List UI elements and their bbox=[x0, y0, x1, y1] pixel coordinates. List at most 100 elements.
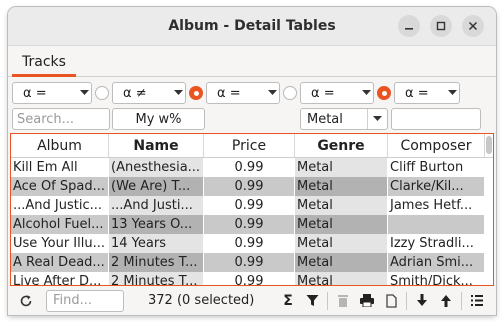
delete-icon[interactable] bbox=[331, 289, 355, 313]
chevron-down-icon bbox=[359, 90, 373, 96]
copy-icon[interactable] bbox=[379, 289, 403, 313]
table-row[interactable]: Ace Of Spad... (We Are) T... 0.99 Metal Clar… bbox=[11, 177, 493, 196]
chevron-down-icon bbox=[367, 109, 387, 129]
cell-composer: Adrian Smi... bbox=[388, 253, 485, 272]
cell-composer: James Hetf... bbox=[388, 196, 485, 215]
cell-composer: Smith/Dick... bbox=[388, 272, 485, 285]
cell-price: 0.99 bbox=[204, 158, 295, 177]
table-row[interactable]: Use Your Illu... 14 Years 0.99 Metal Izzy St… bbox=[11, 234, 493, 253]
value-row: Search... My w% Metal bbox=[12, 107, 492, 131]
album-search-input[interactable]: Search... bbox=[12, 108, 110, 130]
column-header-price[interactable]: Price bbox=[204, 134, 295, 157]
toolbar-separator bbox=[406, 291, 407, 310]
cell-name: (Anesthesia... bbox=[109, 158, 204, 177]
cell-name: 2 Minutes T... bbox=[109, 253, 204, 272]
cell-genre: Metal bbox=[295, 253, 388, 272]
find-input[interactable]: Find... bbox=[46, 289, 124, 312]
menu-list-icon[interactable] bbox=[465, 289, 489, 313]
price-filter-empty bbox=[207, 108, 298, 130]
table-header: Album Name Price Genre Composer bbox=[11, 134, 493, 158]
cell-album: Alcohol Fuel... bbox=[11, 215, 109, 234]
arrow-down-icon[interactable] bbox=[410, 289, 434, 313]
filter-panel: α = α ≠ α = α = α = Search... My w% Meta… bbox=[12, 81, 492, 131]
cell-composer: Izzy Stradli... bbox=[388, 234, 485, 253]
maximize-icon bbox=[436, 21, 446, 31]
status-bar: Find... 372 (0 selected) Σ bbox=[8, 286, 496, 315]
cell-price: 0.99 bbox=[204, 234, 295, 253]
cell-album: A Real Dead... bbox=[11, 253, 109, 272]
operator-row: α = α ≠ α = α = α = bbox=[12, 81, 492, 105]
filter-icon[interactable] bbox=[300, 289, 324, 313]
cell-composer: Cliff Burton bbox=[388, 158, 485, 177]
tracks-table[interactable]: Album Name Price Genre Composer Kill Em All(… bbox=[10, 133, 494, 286]
cell-price: 0.99 bbox=[204, 253, 295, 272]
chevron-down-icon bbox=[445, 90, 459, 96]
cell-price: 0.99 bbox=[204, 196, 295, 215]
price-operator-select[interactable]: α = bbox=[206, 82, 280, 104]
minimize-button[interactable] bbox=[398, 15, 420, 37]
refresh-icon[interactable] bbox=[14, 289, 38, 313]
table-body: Kill Em All (Anesthesia... 0.99 Metal Cliff … bbox=[11, 158, 493, 285]
cell-genre: Metal bbox=[295, 196, 388, 215]
vertical-scrollbar[interactable] bbox=[486, 136, 492, 154]
chevron-down-icon bbox=[171, 90, 185, 96]
chevron-down-icon bbox=[77, 90, 91, 96]
sum-icon[interactable]: Σ bbox=[276, 289, 300, 313]
composer-operator-select[interactable]: α = bbox=[394, 82, 460, 104]
genre-radio[interactable] bbox=[377, 86, 391, 100]
price-radio[interactable] bbox=[283, 86, 297, 100]
album-detail-window: Album - Detail Tables Tracks α = α ≠ α =… bbox=[8, 7, 496, 315]
column-header-composer[interactable]: Composer bbox=[388, 134, 485, 157]
column-header-name[interactable]: Name bbox=[109, 134, 204, 157]
cell-name: ...And Justi... bbox=[109, 196, 204, 215]
cell-album: Live After D... bbox=[11, 272, 109, 285]
cell-album: Ace Of Spad... bbox=[11, 177, 109, 196]
cell-price: 0.99 bbox=[204, 177, 295, 196]
table-row[interactable]: Alcohol Fuel... 13 Years O... 0.99 Metal bbox=[11, 215, 493, 234]
print-icon[interactable] bbox=[355, 289, 379, 313]
window-controls bbox=[398, 15, 484, 37]
toolbar-separator bbox=[461, 291, 462, 310]
table-row[interactable]: Live After D... 2 Minutes T... 0.99 Metal Sm… bbox=[11, 272, 493, 285]
arrow-up-icon[interactable] bbox=[434, 289, 458, 313]
cell-album: Use Your Illu... bbox=[11, 234, 109, 253]
cell-album: Kill Em All bbox=[11, 158, 109, 177]
name-operator-select[interactable]: α ≠ bbox=[112, 82, 186, 104]
cell-price: 0.99 bbox=[204, 272, 295, 285]
name-filter-input[interactable]: My w% bbox=[112, 108, 205, 130]
record-count: 372 (0 selected) bbox=[148, 293, 255, 308]
cell-name: 14 Years bbox=[109, 234, 204, 253]
album-operator-select[interactable]: α = bbox=[12, 82, 92, 104]
cell-name: 13 Years O... bbox=[109, 215, 204, 234]
genre-operator-select[interactable]: α = bbox=[300, 82, 374, 104]
table-row[interactable]: ...And Justic... ...And Justi... 0.99 Metal… bbox=[11, 196, 493, 215]
composer-filter-input[interactable] bbox=[391, 108, 481, 130]
minimize-icon bbox=[405, 28, 413, 30]
cell-genre: Metal bbox=[295, 158, 388, 177]
cell-genre: Metal bbox=[295, 272, 388, 285]
cell-name: (We Are) T... bbox=[109, 177, 204, 196]
maximize-button[interactable] bbox=[430, 15, 452, 37]
tab-bar: Tracks bbox=[8, 46, 496, 77]
cell-composer: Clarke/Kil... bbox=[388, 177, 485, 196]
cell-genre: Metal bbox=[295, 215, 388, 234]
column-header-genre[interactable]: Genre bbox=[295, 134, 388, 157]
cell-genre: Metal bbox=[295, 234, 388, 253]
table-row[interactable]: A Real Dead... 2 Minutes T... 0.99 Metal Adr… bbox=[11, 253, 493, 272]
tab-tracks[interactable]: Tracks bbox=[12, 49, 76, 77]
close-icon bbox=[468, 21, 478, 31]
title-bar: Album - Detail Tables bbox=[8, 7, 496, 46]
genre-filter-select[interactable]: Metal bbox=[300, 108, 388, 130]
cell-price: 0.99 bbox=[204, 215, 295, 234]
chevron-down-icon bbox=[265, 90, 279, 96]
table-row[interactable]: Kill Em All (Anesthesia... 0.99 Metal Cliff … bbox=[11, 158, 493, 177]
cell-genre: Metal bbox=[295, 177, 388, 196]
album-radio[interactable] bbox=[95, 86, 109, 100]
cell-name: 2 Minutes T... bbox=[109, 272, 204, 285]
close-button[interactable] bbox=[462, 15, 484, 37]
column-header-album[interactable]: Album bbox=[11, 134, 109, 157]
cell-album: ...And Justic... bbox=[11, 196, 109, 215]
cell-composer bbox=[388, 215, 485, 234]
toolbar-separator bbox=[327, 291, 328, 310]
name-radio[interactable] bbox=[189, 86, 203, 100]
